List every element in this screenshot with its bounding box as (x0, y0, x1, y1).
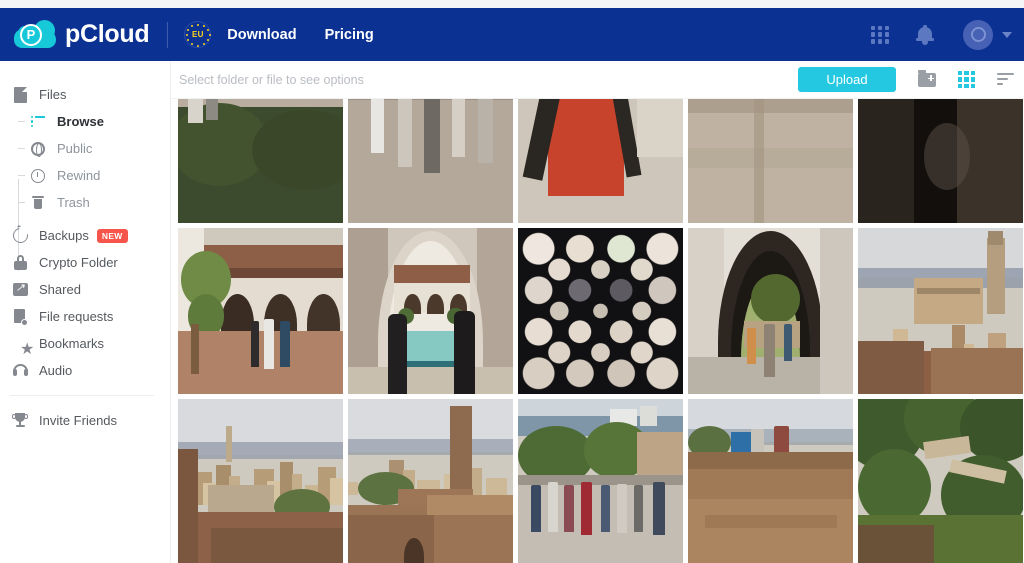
brand-name: pCloud (65, 20, 150, 48)
photo-image (858, 99, 1023, 223)
headphones-icon (8, 362, 32, 380)
sidebar-item-label: Backups (39, 228, 89, 243)
photo-thumbnail[interactable] (518, 399, 683, 563)
trophy-icon (8, 412, 32, 430)
header-nav: Download Pricing (227, 27, 401, 43)
user-avatar[interactable] (963, 19, 993, 50)
sidebar-item-invite-friends[interactable]: Invite Friends (0, 407, 170, 434)
globe-icon (26, 140, 50, 158)
sidebar-item-label: Invite Friends (39, 413, 118, 428)
sidebar-item-label: Rewind (57, 168, 101, 183)
upload-button[interactable]: Upload (798, 67, 896, 92)
new-folder-icon[interactable] (918, 70, 936, 87)
photo-image (858, 228, 1023, 394)
photo-thumbnail[interactable] (178, 399, 343, 563)
photo-thumbnail[interactable] (178, 99, 343, 223)
photo-thumbnail[interactable] (688, 99, 853, 223)
sidebar-item-public[interactable]: Public (0, 135, 170, 162)
logo-letter: P (26, 27, 36, 42)
brand-logo[interactable]: P pCloud (14, 19, 150, 50)
sidebar-item-file-requests[interactable]: File requests (0, 303, 170, 330)
photo-thumbnail[interactable] (348, 99, 513, 223)
sidebar-item-label: Audio (39, 363, 73, 378)
sidebar-item-audio[interactable]: Audio (0, 357, 170, 384)
photo-thumbnail[interactable] (858, 99, 1023, 223)
photo-thumbnail[interactable] (688, 228, 853, 394)
sidebar-item-bookmarks[interactable]: ★ Bookmarks (0, 330, 170, 357)
shared-icon (8, 281, 32, 299)
sidebar-item-files[interactable]: Files (0, 81, 170, 108)
sidebar-item-label: Public (57, 141, 93, 156)
trash-icon (26, 194, 50, 212)
sidebar-item-label: Files (39, 87, 67, 102)
photo-image (688, 99, 853, 223)
sidebar-item-crypto-folder[interactable]: Crypto Folder (0, 249, 170, 276)
eu-badge-icon: EU (184, 21, 212, 48)
photo-image (518, 399, 683, 563)
file-icon (8, 86, 32, 104)
chevron-down-icon[interactable] (1002, 31, 1012, 38)
photo-thumbnail[interactable] (178, 228, 343, 394)
backup-icon (8, 225, 32, 246)
list-icon (26, 113, 50, 131)
star-icon: ★ (20, 340, 35, 358)
sort-icon[interactable] (997, 73, 1014, 86)
photo-image (178, 228, 343, 394)
sidebar-item-label: Crypto Folder (39, 255, 118, 270)
top-strip (0, 0, 1024, 8)
nav-pricing[interactable]: Pricing (325, 27, 374, 43)
photo-thumbnail[interactable] (858, 228, 1023, 394)
photo-image (518, 228, 683, 394)
selection-hint: Select folder or file to see options (179, 72, 364, 87)
clock-rewind-icon (26, 167, 50, 185)
photo-thumbnail[interactable] (858, 399, 1023, 563)
photo-thumbnail[interactable] (518, 228, 683, 394)
grid-view-icon[interactable] (958, 71, 975, 88)
photo-thumbnail[interactable] (518, 99, 683, 223)
sidebar-item-label: Browse (57, 114, 104, 129)
photo-image (688, 399, 853, 563)
photo-image (348, 228, 513, 394)
photo-image (348, 99, 513, 223)
sidebar-item-rewind[interactable]: Rewind (0, 162, 170, 189)
photo-thumbnail[interactable] (348, 399, 513, 563)
sidebar-item-label: Bookmarks (39, 336, 105, 351)
lock-icon (8, 254, 32, 272)
status-badge: NEW (96, 228, 128, 243)
sidebar-item-shared[interactable]: Shared (0, 276, 170, 303)
photo-image (178, 399, 343, 563)
sidebar-item-backups[interactable]: Backups NEW (0, 222, 170, 249)
photo-thumbnail[interactable] (348, 228, 513, 394)
photo-image (518, 99, 683, 223)
photo-thumbnail[interactable] (688, 399, 853, 563)
account-menu[interactable] (963, 19, 1012, 50)
content-toolbar: Select folder or file to see options Upl… (171, 61, 1024, 99)
photo-image (178, 99, 343, 223)
header-divider (167, 21, 169, 48)
sidebar-item-browse[interactable]: Browse (0, 108, 170, 135)
sidebar-item-label: File requests (39, 309, 114, 324)
photo-image (688, 228, 853, 394)
eu-badge-label: EU (192, 30, 204, 39)
apps-grid-icon[interactable] (871, 25, 889, 44)
file-request-icon (8, 308, 32, 326)
sidebar-divider (10, 395, 154, 396)
sidebar-item-trash[interactable]: Trash (0, 189, 170, 216)
photo-image (348, 399, 513, 563)
pcloud-logo-icon: P (14, 19, 56, 50)
app-header: P pCloud EU Download Pricing (0, 8, 1024, 61)
sidebar-item-label: Trash (57, 195, 90, 210)
nav-download[interactable]: Download (227, 27, 296, 43)
photo-image (858, 399, 1023, 563)
header-actions (871, 19, 1012, 50)
file-grid[interactable] (171, 99, 1024, 563)
notifications-bell-icon[interactable] (916, 25, 934, 45)
sidebar-item-label: Shared (39, 282, 81, 297)
sidebar: Files Browse Public Rewind Trash Backups… (0, 61, 171, 563)
